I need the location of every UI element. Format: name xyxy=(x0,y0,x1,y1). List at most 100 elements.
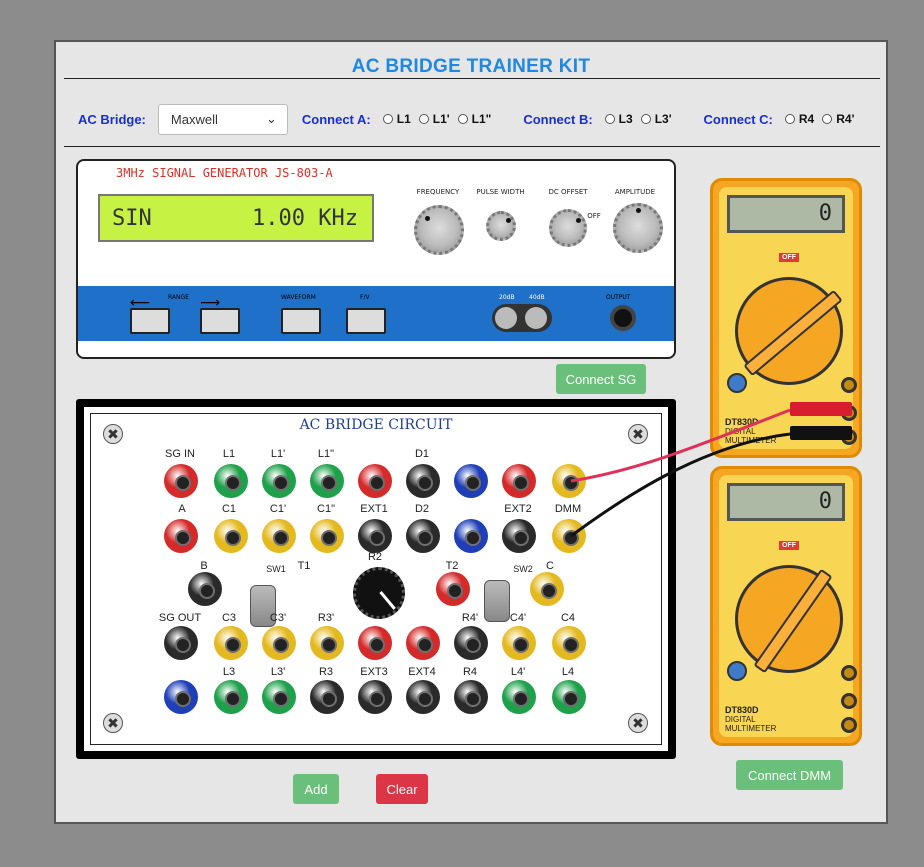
terminal-c4[interactable] xyxy=(552,626,586,660)
terminal-ext1[interactable] xyxy=(358,519,392,553)
terminal-r3p[interactable] xyxy=(310,626,344,660)
20db-button[interactable] xyxy=(495,307,517,329)
range-up-button[interactable] xyxy=(200,308,240,334)
amplitude-knob[interactable] xyxy=(613,203,663,253)
terminal-dmm[interactable] xyxy=(552,519,586,553)
40db-label: 40dB xyxy=(529,294,545,301)
terminal-unlabeled-25[interactable] xyxy=(358,626,392,660)
terminal-a[interactable] xyxy=(164,519,198,553)
terminal-l4p[interactable] xyxy=(502,680,536,714)
dmm-bottom-port-ma[interactable] xyxy=(841,665,857,681)
signal-generator: 3MHz SIGNAL GENERATOR JS-803-A SIN 1.00 … xyxy=(76,159,676,359)
npn-socket xyxy=(727,373,747,393)
multimeter-top-dial[interactable] xyxy=(735,277,843,385)
frequency-label: FREQUENCY xyxy=(416,188,460,196)
terminal-label-d2: D2 xyxy=(414,503,430,515)
sg-frequency-readout: 1.00 KHz xyxy=(252,205,358,231)
radio-r4[interactable]: R4 xyxy=(784,112,814,126)
connect-sg-button[interactable]: Connect SG xyxy=(556,364,646,394)
radio-l1-prime[interactable]: L1' xyxy=(418,112,450,126)
sg-control-strip: ⟵ RANGE ⟶ WAVEFORM F/V 20dB 40dB OUTPUT xyxy=(78,286,674,341)
terminal-b[interactable] xyxy=(188,572,222,606)
terminal-c1pp[interactable] xyxy=(310,519,344,553)
connect-dmm-button[interactable]: Connect DMM xyxy=(736,760,843,790)
radio-r4-prime[interactable]: R4' xyxy=(822,112,854,126)
waveform-button[interactable] xyxy=(281,308,321,334)
terminal-l4[interactable] xyxy=(552,680,586,714)
terminal-l3[interactable] xyxy=(214,680,248,714)
terminal-r4p[interactable] xyxy=(454,626,488,660)
terminal-c1p[interactable] xyxy=(262,519,296,553)
terminal-unlabeled-7[interactable] xyxy=(502,464,536,498)
r2-knob[interactable] xyxy=(353,567,405,619)
terminal-l1pp[interactable] xyxy=(310,464,344,498)
40db-button[interactable] xyxy=(525,307,547,329)
radio-l3[interactable]: L3 xyxy=(604,112,633,126)
terminal-label-l4: L4 xyxy=(561,666,575,678)
radio-l1[interactable]: L1 xyxy=(382,112,411,126)
npn-socket xyxy=(727,661,747,681)
sg-display: SIN 1.00 KHz xyxy=(98,194,374,242)
multimeter-top-off-label: OFF xyxy=(779,253,799,262)
radio-l3-prime[interactable]: L3' xyxy=(640,112,672,126)
terminal-unlabeled-30[interactable] xyxy=(164,680,198,714)
radio-l1-double-prime[interactable]: L1" xyxy=(457,112,491,126)
20db-label: 20dB xyxy=(499,294,515,301)
range-down-button[interactable] xyxy=(130,308,170,334)
attenuator-buttons xyxy=(492,304,552,332)
terminal-d2[interactable] xyxy=(406,519,440,553)
sg-waveform-readout: SIN xyxy=(112,205,152,231)
terminal-sg_in[interactable] xyxy=(164,464,198,498)
terminal-r3[interactable] xyxy=(310,680,344,714)
divider-top xyxy=(64,78,880,79)
terminal-r4[interactable] xyxy=(454,680,488,714)
multimeter-bottom-label: DT830D DIGITAL MULTIMETER xyxy=(725,705,777,734)
terminal-d1[interactable] xyxy=(406,464,440,498)
dmm-bottom-port-com[interactable] xyxy=(841,717,857,733)
fv-button[interactable] xyxy=(346,308,386,334)
terminal-c3p[interactable] xyxy=(262,626,296,660)
terminal-c3[interactable] xyxy=(214,626,248,660)
dmm-top-port-com[interactable] xyxy=(841,429,857,445)
screw-icon: ✖ xyxy=(628,713,648,733)
terminal-unlabeled-4[interactable] xyxy=(358,464,392,498)
terminal-unlabeled-26[interactable] xyxy=(406,626,440,660)
terminal-c4p[interactable] xyxy=(502,626,536,660)
terminal-ext2[interactable] xyxy=(502,519,536,553)
terminal-label-d1: D1 xyxy=(414,448,430,460)
multimeter-bottom-dial[interactable] xyxy=(735,565,843,674)
dc-offset-off-label: OFF xyxy=(587,212,601,220)
waveform-label: WAVEFORM xyxy=(281,294,316,301)
terminal-ext3[interactable] xyxy=(358,680,392,714)
bridge-label: AC Bridge: xyxy=(78,111,146,127)
output-jack[interactable] xyxy=(610,305,636,331)
dmm-top-port-v[interactable] xyxy=(841,405,857,421)
terminal-label-t2: T2 xyxy=(445,560,459,572)
terminal-label-t1: T1 xyxy=(297,560,311,572)
pulse-width-knob[interactable] xyxy=(486,211,516,241)
dc-offset-knob[interactable] xyxy=(549,209,587,247)
fv-label: F/V xyxy=(360,294,370,301)
screw-icon: ✖ xyxy=(103,424,123,444)
terminal-l1[interactable] xyxy=(214,464,248,498)
controls-row: AC Bridge: Maxwell ⌄ Connect A: L1 L1' L… xyxy=(78,102,862,136)
terminal-c[interactable] xyxy=(530,572,564,606)
frequency-knob[interactable] xyxy=(414,205,464,255)
terminal-unlabeled-15[interactable] xyxy=(454,519,488,553)
terminal-l3p[interactable] xyxy=(262,680,296,714)
page-title: AC BRIDGE TRAINER KIT xyxy=(351,56,591,77)
terminal-l1p[interactable] xyxy=(262,464,296,498)
terminal-c1[interactable] xyxy=(214,519,248,553)
terminal-ext4[interactable] xyxy=(406,680,440,714)
terminal-unlabeled-6[interactable] xyxy=(454,464,488,498)
terminal-unlabeled-8[interactable] xyxy=(552,464,586,498)
dmm-bottom-port-v[interactable] xyxy=(841,693,857,709)
bridge-select[interactable]: Maxwell ⌄ xyxy=(157,103,288,135)
clear-button[interactable]: Clear xyxy=(376,774,428,804)
terminal-sg_out[interactable] xyxy=(164,626,198,660)
circuit-title: AC BRIDGE CIRCUIT xyxy=(299,417,453,433)
terminal-t2[interactable] xyxy=(436,572,470,606)
add-button[interactable]: Add xyxy=(293,774,339,804)
dmm-top-port-ma[interactable] xyxy=(841,377,857,393)
multimeter-bottom: 0 OFF DT830D DIGITAL MULTIMETER xyxy=(710,466,862,746)
